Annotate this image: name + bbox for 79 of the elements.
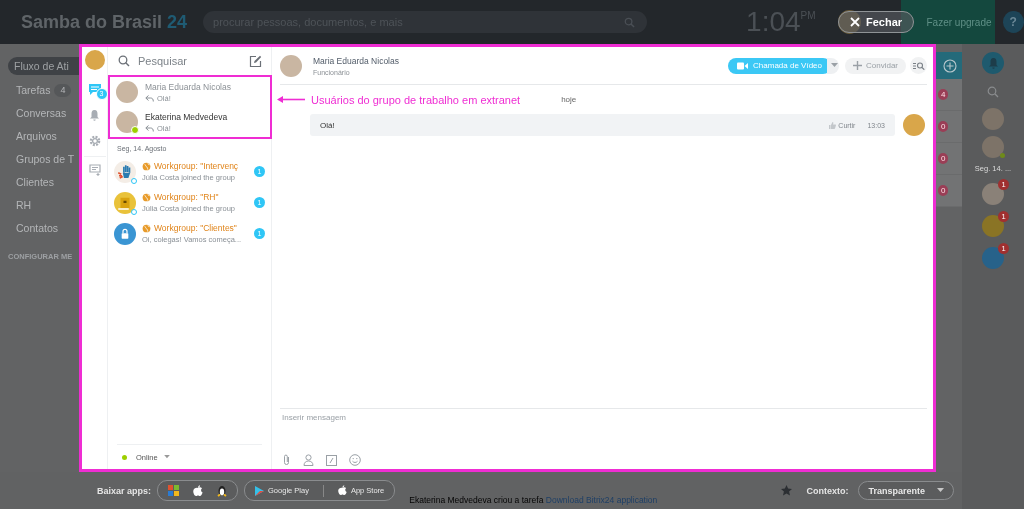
invite-button[interactable]: Convidar [845, 57, 906, 74]
avatar [903, 114, 925, 136]
desktop-apps-button[interactable] [157, 480, 239, 501]
search-icon [118, 55, 130, 67]
menu-item[interactable]: RH [0, 194, 79, 217]
caret-icon [163, 455, 170, 459]
contact-name: Maria Eduarda Nicolas [145, 81, 231, 92]
menu-item[interactable]: Fluxo de Ati [8, 57, 79, 75]
contact-avatar[interactable] [982, 108, 1004, 130]
menu-item[interactable]: Tarefas 4 [0, 79, 79, 102]
counter-badge: 0 [938, 121, 949, 132]
group-name: Workgroup: "Intervenç [154, 161, 239, 171]
counter-badge: 4 [938, 89, 949, 100]
caret-icon [937, 488, 944, 493]
extranet-icon [131, 177, 137, 184]
count-badge: 4 [54, 84, 72, 97]
notifications-button[interactable] [982, 52, 1004, 74]
globe-icon [142, 192, 151, 202]
close-button[interactable]: Fechar [838, 11, 915, 33]
menu-item[interactable]: Clientes [0, 171, 79, 194]
search-icon [624, 17, 636, 28]
globe-icon [142, 161, 151, 171]
apple-icon [337, 485, 347, 496]
reply-icon [145, 124, 154, 132]
avatar [280, 54, 302, 77]
upgrade-link[interactable]: Fazer upgrade [926, 16, 992, 28]
annotation-text: Usuários do grupo de trabalho em extranet [311, 93, 521, 106]
camera-icon [737, 61, 749, 70]
windows-icon [168, 485, 180, 496]
avatar[interactable] [837, 10, 861, 34]
bell-icon [89, 109, 100, 121]
menu-item[interactable]: Arquivos [0, 125, 79, 148]
add-button[interactable] [936, 52, 963, 79]
contact-name: Maria Eduarda Nicolas [313, 55, 399, 66]
context-dropdown[interactable]: Transparente [858, 481, 954, 500]
globe-icon [142, 223, 151, 233]
group-avatar[interactable] [982, 183, 1004, 205]
task-link[interactable]: Download Bitrix24 application [545, 494, 658, 505]
counter-badge: 0 [938, 185, 949, 196]
group-name: Workgroup: "RH" [154, 192, 219, 202]
bell-icon [987, 57, 999, 69]
search-icon[interactable] [987, 86, 999, 98]
attachment-icon[interactable] [282, 454, 291, 466]
search-list-icon [912, 61, 925, 70]
reply-icon [145, 94, 154, 102]
play-store-icon [255, 485, 265, 496]
compose-icon[interactable] [249, 54, 262, 68]
date-label: hoje [561, 95, 577, 104]
emoji-icon[interactable] [349, 454, 361, 466]
chat-icon [87, 82, 102, 96]
message-text: Olá! [320, 120, 335, 130]
new-chat-icon [88, 164, 101, 176]
logo[interactable]: Samba do Brasil 24 [21, 11, 188, 33]
group-avatar[interactable] [982, 215, 1004, 237]
search-button[interactable] [910, 57, 927, 74]
context-label: Contexto: [806, 485, 849, 496]
star-icon[interactable] [781, 485, 793, 496]
counter-badge: 0 [938, 153, 949, 164]
linux-icon [217, 484, 228, 497]
contact-avatar[interactable] [982, 136, 1004, 158]
apps-label: Baixar apps: [97, 485, 152, 496]
user-icon[interactable] [303, 454, 314, 466]
caret-icon [831, 63, 838, 68]
help-button[interactable]: ? [1002, 11, 1024, 33]
apple-icon [193, 484, 204, 497]
command-icon[interactable] [326, 454, 337, 466]
contact-name: Ekaterina Medvedeva [145, 111, 228, 122]
annotation-arrow [277, 96, 305, 103]
extranet-icon [131, 208, 137, 215]
menu-item[interactable]: Contatos [0, 217, 79, 240]
feed-text: Ekaterina Medvedeva criou a tarefa Download Bitrix24 application [409, 494, 658, 505]
thumbs-up-icon [829, 121, 837, 129]
menu-item[interactable]: Conversas [0, 102, 79, 125]
group-name: Workgroup: "Clientes" [154, 223, 237, 233]
plus-icon [942, 58, 957, 73]
plus-icon [853, 61, 862, 70]
menu-item[interactable]: Grupos de T [0, 148, 79, 171]
settings-icon [88, 135, 101, 147]
close-icon [850, 17, 860, 27]
